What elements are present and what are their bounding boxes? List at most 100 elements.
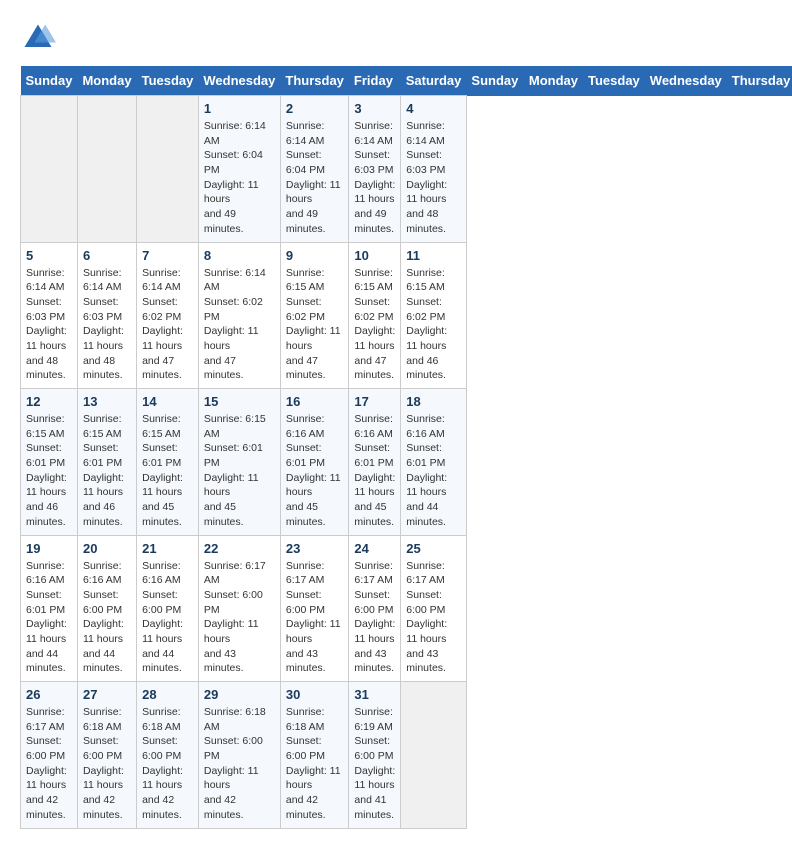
calendar-cell: 25Sunrise: 6:17 AM Sunset: 6:00 PM Dayli… <box>401 535 467 682</box>
header-tuesday: Tuesday <box>137 66 199 96</box>
calendar-cell: 22 Sunrise: 6:17 AM Sunset: 6:00 PM Dayli… <box>198 535 280 682</box>
day-number: 21 <box>142 541 193 556</box>
calendar-cell: 18 Sunrise: 6:16 AM Sunset: 6:01 PM Dayli… <box>401 389 467 536</box>
calendar-cell: 16 Sunrise: 6:16 AM Sunset: 6:01 PM Dayli… <box>280 389 349 536</box>
day-info: Sunrise: 6:15 AM Sunset: 6:01 PM Dayligh… <box>83 412 131 530</box>
day-info: Sunrise: 6:14 AM Sunset: 6:02 PM Dayligh… <box>204 266 275 384</box>
day-number: 26 <box>26 687 72 702</box>
calendar-cell: 6 Sunrise: 6:14 AM Sunset: 6:03 PM Daylig… <box>77 242 136 389</box>
day-info: Sunrise: 6:16 AM Sunset: 6:01 PM Dayligh… <box>26 559 72 677</box>
calendar-cell <box>21 96 78 243</box>
calendar-cell: 24Sunrise: 6:17 AM Sunset: 6:00 PM Dayli… <box>349 535 401 682</box>
day-number: 28 <box>142 687 193 702</box>
day-info: Sunrise: 6:15 AM Sunset: 6:02 PM Dayligh… <box>286 266 344 384</box>
day-info: Sunrise: 6:16 AM Sunset: 6:01 PM Dayligh… <box>354 412 395 530</box>
day-info: Sunrise: 6:14 AM Sunset: 6:03 PM Dayligh… <box>406 119 461 237</box>
day-info: Sunrise: 6:17 AM Sunset: 6:00 PM Dayligh… <box>26 705 72 823</box>
day-info: Sunrise: 6:16 AM Sunset: 6:00 PM Dayligh… <box>142 559 193 677</box>
calendar-cell <box>401 682 467 829</box>
calendar-cell: 13 Sunrise: 6:15 AM Sunset: 6:01 PM Dayli… <box>77 389 136 536</box>
day-number: 17 <box>354 394 395 409</box>
day-number: 9 <box>286 248 344 263</box>
calendar-cell: 31 Sunrise: 6:19 AM Sunset: 6:00 PM Dayli… <box>349 682 401 829</box>
day-info: Sunrise: 6:18 AM Sunset: 6:00 PM Dayligh… <box>286 705 344 823</box>
calendar-cell <box>77 96 136 243</box>
day-info: Sunrise: 6:15 AM Sunset: 6:02 PM Dayligh… <box>406 266 461 384</box>
day-number: 22 <box>204 541 275 556</box>
day-info: Sunrise: 6:15 AM Sunset: 6:01 PM Dayligh… <box>142 412 193 530</box>
calendar-cell: 9 Sunrise: 6:15 AM Sunset: 6:02 PM Daylig… <box>280 242 349 389</box>
day-info: Sunrise: 6:17 AM Sunset: 6:00 PM Dayligh… <box>204 559 275 677</box>
calendar-cell: 29Sunrise: 6:18 AM Sunset: 6:00 PM Dayli… <box>198 682 280 829</box>
calendar-cell: 4 Sunrise: 6:14 AM Sunset: 6:03 PM Daylig… <box>401 96 467 243</box>
day-info: Sunrise: 6:16 AM Sunset: 6:01 PM Dayligh… <box>406 412 461 530</box>
calendar-cell: 26 Sunrise: 6:17 AM Sunset: 6:00 PM Dayli… <box>21 682 78 829</box>
day-info: Sunrise: 6:14 AM Sunset: 6:02 PM Dayligh… <box>142 266 193 384</box>
page-header <box>20 20 772 56</box>
day-number: 2 <box>286 101 344 116</box>
day-number: 1 <box>204 101 275 116</box>
day-info: Sunrise: 6:14 AM Sunset: 6:04 PM Dayligh… <box>286 119 344 237</box>
logo <box>20 20 62 56</box>
day-info: Sunrise: 6:17 AM Sunset: 6:00 PM Dayligh… <box>406 559 461 677</box>
day-number: 14 <box>142 394 193 409</box>
logo-icon <box>20 20 56 56</box>
calendar-cell: 10 Sunrise: 6:15 AM Sunset: 6:02 PM Dayli… <box>349 242 401 389</box>
day-info: Sunrise: 6:14 AM Sunset: 6:03 PM Dayligh… <box>83 266 131 384</box>
header-saturday: Saturday <box>401 66 467 96</box>
day-number: 27 <box>83 687 131 702</box>
day-number: 16 <box>286 394 344 409</box>
day-number: 4 <box>406 101 461 116</box>
day-number: 29 <box>204 687 275 702</box>
day-number: 23 <box>286 541 344 556</box>
day-info: Sunrise: 6:15 AM Sunset: 6:01 PM Dayligh… <box>26 412 72 530</box>
day-number: 8 <box>204 248 275 263</box>
header-day-sunday: Sunday <box>466 66 523 96</box>
calendar-cell: 11 Sunrise: 6:15 AM Sunset: 6:02 PM Dayli… <box>401 242 467 389</box>
calendar-week-2: 5Sunrise: 6:14 AM Sunset: 6:03 PM Daylig… <box>21 242 792 389</box>
calendar-cell: 21 Sunrise: 6:16 AM Sunset: 6:00 PM Dayli… <box>137 535 199 682</box>
calendar-cell: 7Sunrise: 6:14 AM Sunset: 6:02 PM Daylig… <box>137 242 199 389</box>
calendar-week-4: 19Sunrise: 6:16 AM Sunset: 6:01 PM Dayli… <box>21 535 792 682</box>
calendar-cell: 20Sunrise: 6:16 AM Sunset: 6:00 PM Dayli… <box>77 535 136 682</box>
calendar-cell: 17 Sunrise: 6:16 AM Sunset: 6:01 PM Dayli… <box>349 389 401 536</box>
day-number: 30 <box>286 687 344 702</box>
calendar-cell: 1Sunrise: 6:14 AM Sunset: 6:04 PM Daylig… <box>198 96 280 243</box>
day-number: 18 <box>406 394 461 409</box>
day-info: Sunrise: 6:14 AM Sunset: 6:03 PM Dayligh… <box>26 266 72 384</box>
day-number: 3 <box>354 101 395 116</box>
header-thursday: Thursday <box>280 66 349 96</box>
header-wednesday: Wednesday <box>198 66 280 96</box>
day-number: 31 <box>354 687 395 702</box>
day-number: 11 <box>406 248 461 263</box>
calendar-cell: 2 Sunrise: 6:14 AM Sunset: 6:04 PM Daylig… <box>280 96 349 243</box>
day-info: Sunrise: 6:16 AM Sunset: 6:00 PM Dayligh… <box>83 559 131 677</box>
day-number: 12 <box>26 394 72 409</box>
day-info: Sunrise: 6:19 AM Sunset: 6:00 PM Dayligh… <box>354 705 395 823</box>
calendar-cell: 8 Sunrise: 6:14 AM Sunset: 6:02 PM Daylig… <box>198 242 280 389</box>
day-number: 10 <box>354 248 395 263</box>
header-monday: Monday <box>77 66 136 96</box>
day-info: Sunrise: 6:18 AM Sunset: 6:00 PM Dayligh… <box>142 705 193 823</box>
calendar-cell: 19Sunrise: 6:16 AM Sunset: 6:01 PM Dayli… <box>21 535 78 682</box>
calendar-cell: 3Sunrise: 6:14 AM Sunset: 6:03 PM Daylig… <box>349 96 401 243</box>
calendar-cell: 12 Sunrise: 6:15 AM Sunset: 6:01 PM Dayli… <box>21 389 78 536</box>
calendar-week-1: 1 Sunrise: 6:14 AM Sunset: 6:04 PM Daylig… <box>21 96 792 243</box>
day-info: Sunrise: 6:18 AM Sunset: 6:00 PM Dayligh… <box>83 705 131 823</box>
day-info: Sunrise: 6:15 AM Sunset: 6:02 PM Dayligh… <box>354 266 395 384</box>
day-info: Sunrise: 6:17 AM Sunset: 6:00 PM Dayligh… <box>354 559 395 677</box>
header-day-thursday: Thursday <box>727 66 792 96</box>
day-number: 15 <box>204 394 275 409</box>
day-info: Sunrise: 6:16 AM Sunset: 6:01 PM Dayligh… <box>286 412 344 530</box>
calendar-cell: 15Sunrise: 6:15 AM Sunset: 6:01 PM Dayli… <box>198 389 280 536</box>
calendar-week-5: 26 Sunrise: 6:17 AM Sunset: 6:00 PM Dayli… <box>21 682 792 829</box>
day-number: 6 <box>83 248 131 263</box>
header-friday: Friday <box>349 66 401 96</box>
day-number: 13 <box>83 394 131 409</box>
header-sunday: Sunday <box>21 66 78 96</box>
calendar-table: SundayMondayTuesdayWednesdayThursdayFrid… <box>20 66 792 829</box>
calendar-cell: 14 Sunrise: 6:15 AM Sunset: 6:01 PM Dayli… <box>137 389 199 536</box>
calendar-cell: 30 Sunrise: 6:18 AM Sunset: 6:00 PM Dayli… <box>280 682 349 829</box>
header-day-wednesday: Wednesday <box>645 66 727 96</box>
header-day-tuesday: Tuesday <box>583 66 645 96</box>
